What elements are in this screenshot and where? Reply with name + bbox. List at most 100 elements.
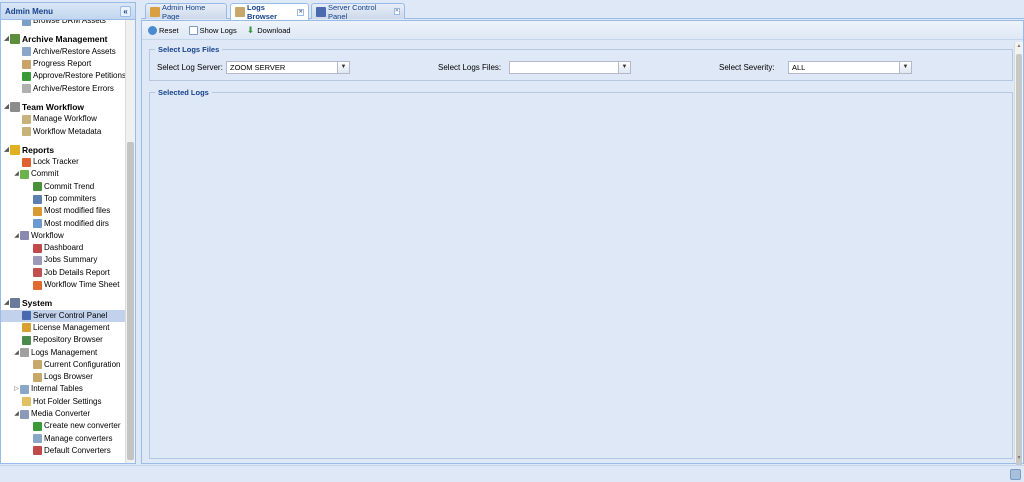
- sidebar-item-jobs-summary[interactable]: Jobs Summary: [1, 254, 125, 266]
- tab-bar: Admin Home Page Logs Browser ✕ Server Co…: [141, 2, 1024, 21]
- repository-icon: [22, 335, 31, 345]
- sidebar-item-label: Browse DRM Assets: [33, 20, 106, 26]
- sidebar-item-approve-restore-petitions[interactable]: Approve/Restore Petitions: [1, 70, 125, 82]
- internal-tables-icon: [20, 384, 29, 394]
- sidebar-item-system[interactable]: ◢ System: [1, 297, 125, 309]
- sidebar-item-commit[interactable]: ◢ Commit: [1, 168, 125, 180]
- sidebar-item-label: Lock Tracker: [33, 157, 79, 167]
- collapse-arrow-icon[interactable]: ◢: [13, 408, 20, 420]
- reset-button[interactable]: Reset: [148, 25, 179, 35]
- severity-select[interactable]: ALL ▼: [788, 61, 912, 74]
- main-scroll-thumb[interactable]: [1016, 54, 1022, 466]
- progress-report-icon: [22, 59, 31, 69]
- main-scrollbar[interactable]: ▲ ▼: [1014, 42, 1023, 466]
- sidebar-item-current-configuration[interactable]: Current Configuration: [1, 359, 125, 371]
- commit-trend-icon: [33, 182, 42, 192]
- sidebar-item-browse-drm-assets[interactable]: Browse DRM Assets: [1, 20, 125, 27]
- collapse-arrow-icon[interactable]: ◢: [3, 297, 10, 309]
- log-server-select[interactable]: ZOOM SERVER ▼: [226, 61, 350, 74]
- server-control-icon: [316, 6, 326, 17]
- sidebar-item-workflow-time-sheet[interactable]: Workflow Time Sheet: [1, 279, 125, 291]
- sidebar-item-manage-workflow[interactable]: Manage Workflow: [1, 113, 125, 125]
- sidebar-item-label: Workflow: [31, 230, 64, 240]
- sidebar-item-label: Archive Management: [22, 34, 108, 45]
- sidebar-item-label: Default Converters: [44, 445, 111, 455]
- sidebar-item-archive-restore-errors[interactable]: Archive/Restore Errors: [1, 82, 125, 94]
- sidebar-item-label: Hot Folder Settings: [33, 396, 102, 406]
- sidebar-item-label: Top commiters: [44, 194, 97, 203]
- sidebar-item-logs-management[interactable]: ◢ Logs Management: [1, 346, 125, 358]
- sidebar-item-dashboard[interactable]: Dashboard: [1, 242, 125, 254]
- status-icon[interactable]: [1010, 469, 1021, 480]
- status-bar: [0, 465, 1024, 482]
- sidebar-item-internal-tables[interactable]: ▷ Internal Tables: [1, 383, 125, 395]
- archive-errors-icon: [22, 84, 31, 94]
- collapse-arrow-icon[interactable]: ◢: [3, 101, 10, 113]
- sidebar-item-label: Workflow Metadata: [33, 126, 102, 136]
- logs-files-select[interactable]: ▼: [509, 61, 631, 74]
- sidebar-item-default-converters[interactable]: Default Converters: [1, 445, 125, 457]
- sidebar-item-job-details-report[interactable]: Job Details Report: [1, 267, 125, 279]
- tab-label: Server Control Panel: [328, 2, 377, 21]
- sidebar-item-logs-browser[interactable]: Logs Browser: [1, 371, 125, 383]
- sidebar-item-label: License Management: [33, 322, 110, 332]
- refresh-icon: [148, 25, 157, 35]
- sidebar-item-license-management[interactable]: License Management: [1, 322, 125, 334]
- admin-menu-header: Admin Menu «: [1, 3, 135, 20]
- collapse-arrow-icon[interactable]: ◢: [13, 347, 20, 359]
- expand-arrow-icon[interactable]: ▷: [13, 383, 20, 395]
- tab-logs-browser[interactable]: Logs Browser ✕: [230, 3, 309, 21]
- collapse-arrow-icon[interactable]: ◢: [13, 230, 20, 242]
- chevron-down-icon[interactable]: ▼: [899, 62, 911, 73]
- collapse-arrow-icon[interactable]: ◢: [3, 144, 10, 156]
- logs-management-icon: [20, 348, 29, 358]
- download-button[interactable]: ⬇ Download: [247, 25, 291, 36]
- sidebar-item-team-workflow[interactable]: ◢ Team Workflow: [1, 101, 125, 113]
- scroll-down-icon[interactable]: ▼: [1015, 454, 1023, 463]
- close-icon[interactable]: ✕: [297, 8, 304, 16]
- sidebar-scroll-thumb[interactable]: [127, 142, 134, 460]
- sidebar-item-manage-converters[interactable]: Manage converters: [1, 433, 125, 445]
- create-converter-icon: [33, 421, 42, 431]
- sidebar-item-server-control-panel[interactable]: Server Control Panel: [1, 309, 125, 322]
- scroll-up-icon[interactable]: ▲: [1015, 42, 1023, 51]
- sidebar-item-archive-management[interactable]: ◢ Archive Management: [1, 33, 125, 45]
- sidebar-scrollbar[interactable]: [125, 20, 135, 463]
- sidebar-item-progress-report[interactable]: Progress Report: [1, 58, 125, 70]
- sidebar-item-commit-trend[interactable]: Commit Trend: [1, 181, 125, 193]
- sidebar-item-workflow-metadata[interactable]: Workflow Metadata: [1, 125, 125, 137]
- sidebar-item-repository-browser[interactable]: Repository Browser: [1, 334, 125, 346]
- dashboard-icon: [33, 243, 42, 253]
- sidebar-item-create-new-converter[interactable]: Create new converter: [1, 420, 125, 432]
- sidebar-item-media-converter[interactable]: ◢ Media Converter: [1, 408, 125, 420]
- jobs-summary-icon: [33, 255, 42, 265]
- sidebar-item-most-modified-files[interactable]: Most modified files: [1, 205, 125, 217]
- approve-petitions-icon: [22, 71, 31, 81]
- logs-browser-panel: Reset Show Logs ⬇ Download Select Logs F…: [141, 20, 1024, 466]
- download-arrow-icon: ⬇: [246, 24, 255, 35]
- show-logs-button[interactable]: Show Logs: [188, 25, 237, 35]
- close-icon[interactable]: ✕: [393, 8, 400, 15]
- sidebar-item-most-modified-dirs[interactable]: Most modified dirs: [1, 217, 125, 229]
- archive-icon: [10, 34, 20, 45]
- tab-admin-home-page[interactable]: Admin Home Page: [145, 3, 227, 21]
- collapse-arrow-icon[interactable]: ◢: [13, 168, 20, 180]
- collapse-arrow-icon[interactable]: ◢: [3, 33, 10, 45]
- sidebar-item-archive-restore-assets[interactable]: Archive/Restore Assets: [1, 46, 125, 58]
- sidebar-item-label: Repository Browser: [33, 335, 103, 345]
- media-converter-icon: [20, 409, 29, 419]
- sidebar-item-label: Dashboard: [44, 243, 84, 253]
- sidebar-item-lock-tracker[interactable]: Lock Tracker: [1, 156, 125, 168]
- lock-tracker-icon: [22, 157, 31, 167]
- sidebar-item-reports[interactable]: ◢ Reports: [1, 144, 125, 156]
- tab-server-control-panel[interactable]: Server Control Panel ✕: [311, 2, 405, 21]
- chevron-down-icon[interactable]: ▼: [618, 62, 630, 73]
- sidebar-item-workflow[interactable]: ◢ Workflow: [1, 230, 125, 242]
- collapse-sidebar-button[interactable]: «: [120, 5, 131, 17]
- sidebar-item-hot-folder-settings[interactable]: Hot Folder Settings: [1, 396, 125, 408]
- sidebar-item-label: Approve/Restore Petitions: [33, 71, 125, 81]
- sidebar-item-top-commiters[interactable]: Top commiters: [1, 193, 125, 205]
- chevron-down-icon[interactable]: ▼: [337, 62, 349, 73]
- sidebar-item-label: Progress Report: [33, 59, 92, 69]
- selected-logs-legend: Selected Logs: [158, 88, 209, 97]
